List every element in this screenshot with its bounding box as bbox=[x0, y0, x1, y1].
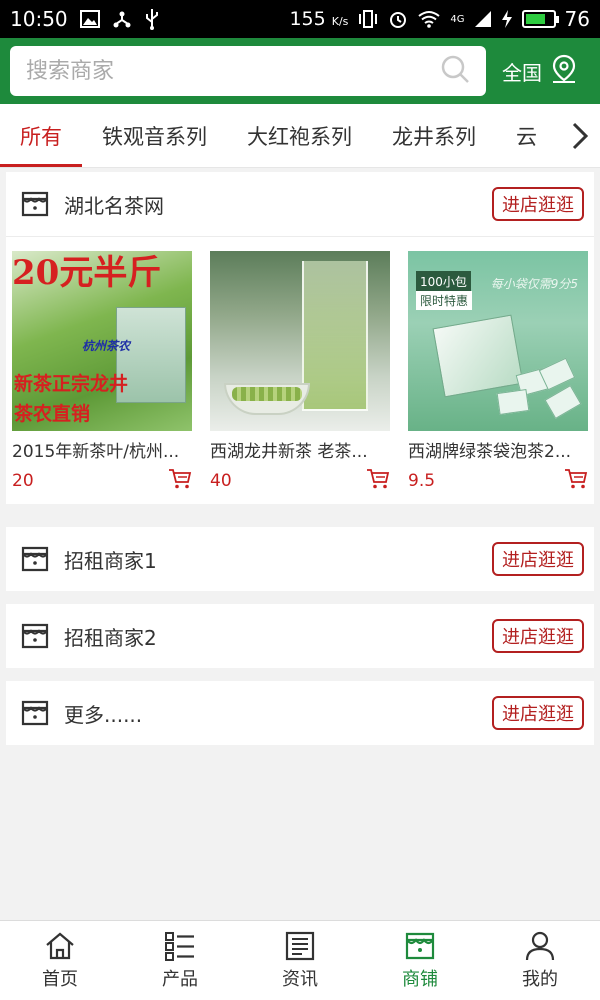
visit-store-button[interactable]: 进店逛逛 bbox=[492, 696, 584, 730]
shop-name[interactable]: 招租商家1 bbox=[64, 545, 157, 574]
tea-leaves-graphic bbox=[232, 387, 302, 401]
product-item[interactable]: 西湖龙井新茶 老茶... 40 bbox=[210, 251, 390, 494]
nav-label: 产品 bbox=[162, 968, 198, 990]
cart-icon[interactable] bbox=[564, 468, 588, 494]
tab-tieguanyin[interactable]: 铁观音系列 bbox=[82, 104, 227, 167]
product-image[interactable]: 100小包 限时特惠 每小袋仅需9分5 bbox=[408, 251, 588, 431]
store-icon bbox=[20, 189, 50, 219]
store-icon bbox=[20, 544, 50, 574]
status-time: 10:50 bbox=[10, 7, 68, 31]
home-icon bbox=[46, 932, 74, 959]
usb-icon bbox=[144, 8, 160, 30]
visit-store-button[interactable]: 进店逛逛 bbox=[492, 187, 584, 221]
product-title[interactable]: 2015年新茶叶/杭州... bbox=[12, 437, 192, 462]
charging-icon bbox=[501, 9, 513, 29]
product-title[interactable]: 西湖牌绿茶袋泡茶2... bbox=[408, 437, 588, 462]
product-price: 40 bbox=[210, 471, 232, 491]
product-list: 20元半斤 杭州茶农 新茶正宗龙井 茶农直销 2015年新茶叶/杭州... 20… bbox=[6, 237, 594, 504]
sachet-graphic bbox=[544, 384, 582, 420]
nav-label: 资讯 bbox=[282, 968, 318, 990]
image-ad-text: 每小袋仅需9分5 bbox=[490, 277, 578, 291]
nav-label: 我的 bbox=[522, 968, 558, 990]
shop-card: 湖北名茶网 进店逛逛 20元半斤 杭州茶农 新茶正宗龙井 茶农直销 2015年新… bbox=[6, 172, 594, 504]
chevron-right-icon bbox=[572, 122, 589, 150]
vibrate-icon bbox=[357, 9, 379, 29]
image-brand-text: 杭州茶农 bbox=[82, 339, 131, 353]
location-pin-icon bbox=[550, 54, 578, 89]
product-price: 20 bbox=[12, 471, 34, 491]
share-icon bbox=[112, 9, 132, 29]
tab-longjing[interactable]: 龙井系列 bbox=[372, 104, 496, 167]
region-selector[interactable]: 全国 bbox=[502, 54, 578, 89]
image-headline: 20元半斤 bbox=[12, 253, 162, 293]
shop-header: 更多...... 进店逛逛 bbox=[6, 681, 594, 745]
tab-all[interactable]: 所有 bbox=[0, 104, 82, 167]
cart-icon[interactable] bbox=[168, 468, 192, 494]
category-tabs: 所有 铁观音系列 大红袍系列 龙井系列 云 bbox=[0, 104, 600, 168]
nav-home[interactable]: 首页 bbox=[0, 921, 120, 1000]
product-price: 9.5 bbox=[408, 471, 436, 491]
nav-news[interactable]: 资讯 bbox=[240, 921, 360, 1000]
image-tag: 100小包 bbox=[416, 271, 471, 292]
store-icon bbox=[20, 698, 50, 728]
shop-header: 湖北名茶网 进店逛逛 bbox=[6, 172, 594, 236]
wifi-icon bbox=[417, 10, 441, 28]
alarm-icon bbox=[388, 9, 408, 29]
shop-header: 招租商家2 进店逛逛 bbox=[6, 604, 594, 668]
shop-name[interactable]: 湖北名茶网 bbox=[64, 190, 164, 219]
visit-store-button[interactable]: 进店逛逛 bbox=[492, 619, 584, 653]
shop-header: 招租商家1 进店逛逛 bbox=[6, 527, 594, 591]
battery-icon bbox=[521, 10, 559, 28]
search-box[interactable] bbox=[10, 46, 486, 96]
product-image[interactable]: 20元半斤 杭州茶农 新茶正宗龙井 茶农直销 bbox=[12, 251, 192, 431]
list-icon bbox=[165, 931, 194, 961]
shop-name[interactable]: 招租商家2 bbox=[64, 622, 157, 651]
product-item[interactable]: 20元半斤 杭州茶农 新茶正宗龙井 茶农直销 2015年新茶叶/杭州... 20 bbox=[12, 251, 192, 494]
product-title[interactable]: 西湖龙井新茶 老茶... bbox=[210, 437, 390, 462]
news-icon bbox=[285, 931, 315, 960]
battery-percent: 76 bbox=[564, 7, 590, 31]
image-line2: 茶农直销 bbox=[14, 403, 91, 425]
network-type: 4G bbox=[450, 13, 465, 25]
image-icon bbox=[79, 10, 100, 28]
signal-icon bbox=[474, 10, 492, 28]
store-icon bbox=[20, 621, 50, 651]
product-item[interactable]: 100小包 限时特惠 每小袋仅需9分5 西湖牌绿茶袋泡茶2... 9.5 bbox=[408, 251, 588, 494]
nav-label: 首页 bbox=[42, 968, 78, 990]
image-tag2: 限时特惠 bbox=[416, 291, 473, 310]
image-line1: 新茶正宗龙井 bbox=[14, 373, 129, 395]
search-input[interactable] bbox=[26, 58, 440, 84]
net-unit: K/s bbox=[331, 15, 349, 28]
status-bar: 10:50 155 K/s 4G 76 bbox=[0, 0, 600, 38]
nav-products[interactable]: 产品 bbox=[120, 921, 240, 1000]
product-image[interactable] bbox=[210, 251, 390, 431]
header: 全国 bbox=[0, 38, 600, 104]
cart-icon[interactable] bbox=[366, 468, 390, 494]
visit-store-button[interactable]: 进店逛逛 bbox=[492, 542, 584, 576]
shop-card: 招租商家1 进店逛逛 bbox=[6, 527, 594, 591]
tab-yun[interactable]: 云 bbox=[496, 104, 557, 167]
tea-box-graphic bbox=[432, 314, 524, 398]
region-label: 全国 bbox=[502, 60, 542, 85]
nav-label: 商铺 bbox=[402, 968, 438, 990]
net-speed: 155 bbox=[289, 8, 326, 30]
shop-card: 更多...... 进店逛逛 bbox=[6, 681, 594, 745]
nav-profile[interactable]: 我的 bbox=[480, 921, 600, 1000]
nav-stores[interactable]: 商铺 bbox=[360, 921, 480, 1000]
tea-glass-graphic bbox=[302, 261, 368, 411]
shop-name[interactable]: 更多...... bbox=[64, 699, 142, 728]
store-icon bbox=[405, 932, 435, 959]
tab-dahongpao[interactable]: 大红袍系列 bbox=[227, 104, 372, 167]
shop-card: 招租商家2 进店逛逛 bbox=[6, 604, 594, 668]
sachet-graphic bbox=[496, 389, 530, 415]
bottom-nav: 首页 产品 资讯 商铺 我的 bbox=[0, 920, 600, 1000]
user-icon bbox=[525, 931, 555, 960]
tabs-scroll-right-button[interactable] bbox=[560, 104, 600, 167]
search-icon[interactable] bbox=[440, 54, 470, 88]
